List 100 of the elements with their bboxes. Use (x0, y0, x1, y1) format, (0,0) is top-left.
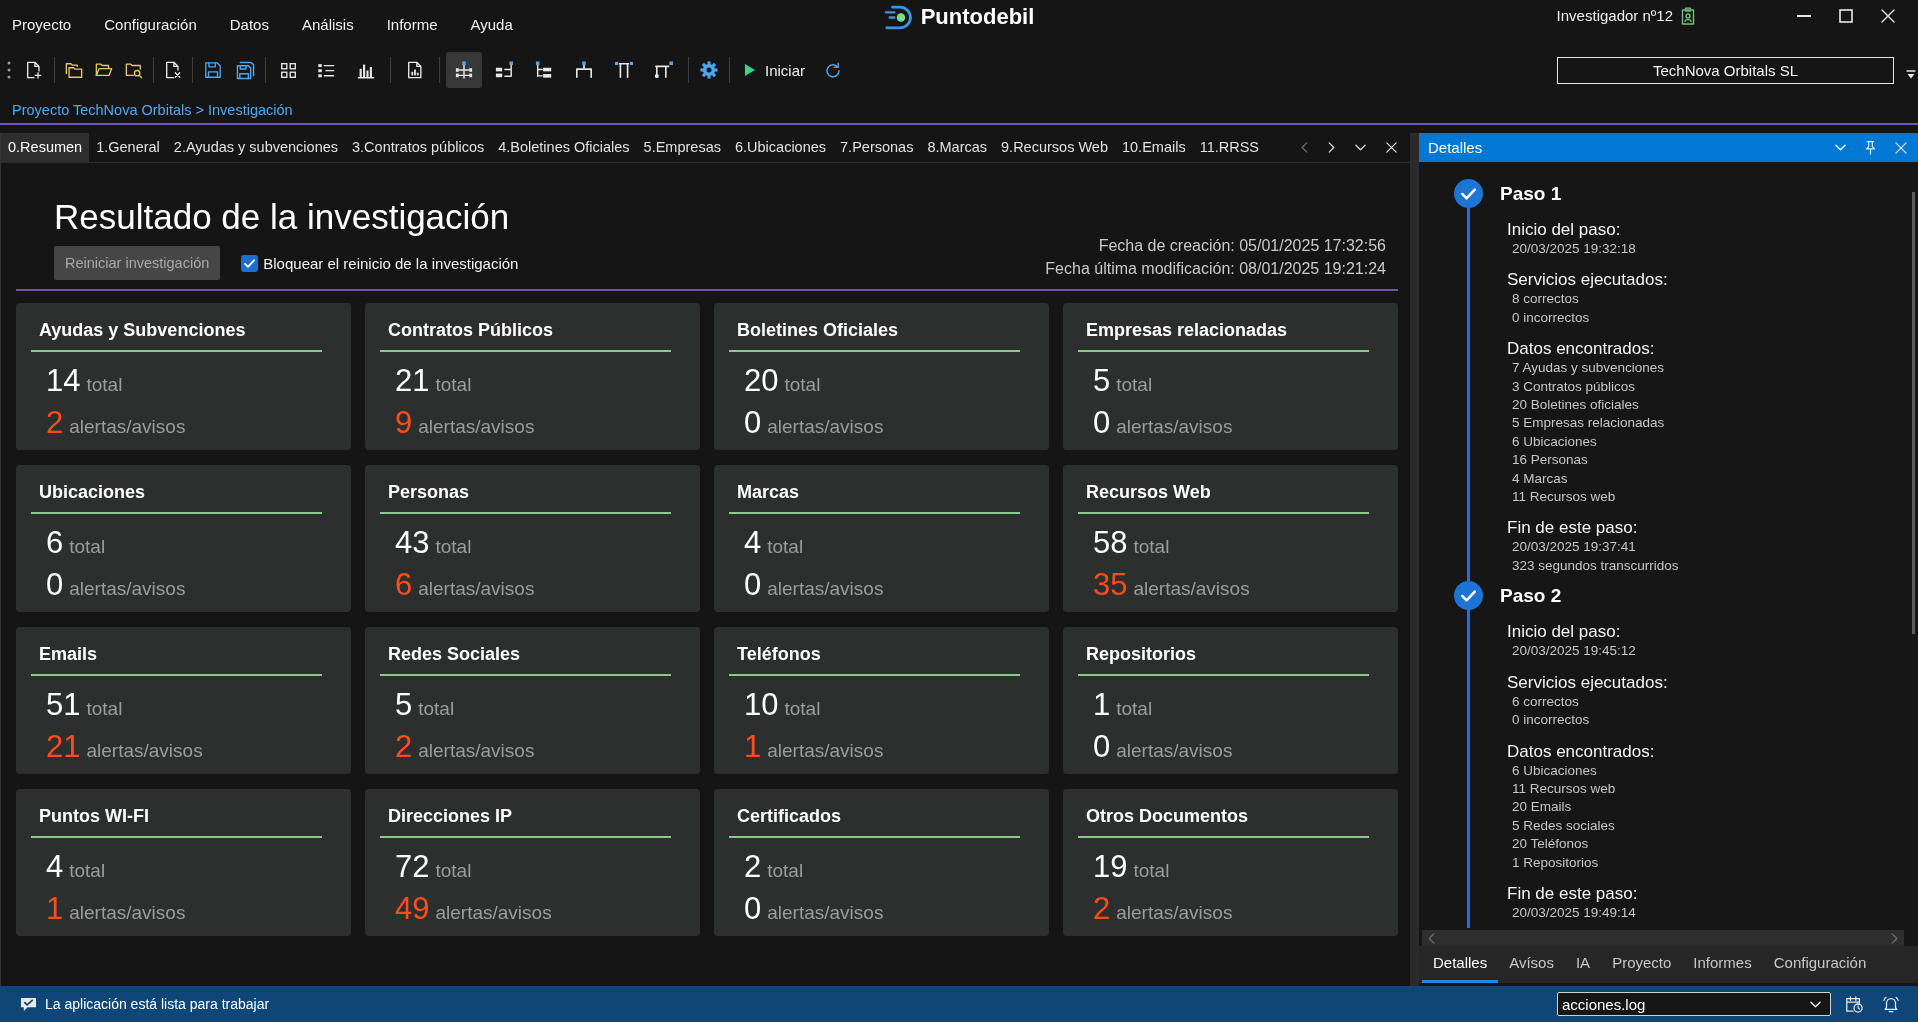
chevron-down-icon[interactable] (1355, 144, 1366, 151)
close-icon[interactable] (1386, 142, 1397, 153)
list-icon[interactable] (317, 61, 335, 79)
panel-tab[interactable]: Informes (1682, 946, 1763, 983)
total-count: 51 (46, 686, 81, 724)
document-delete-icon[interactable] (164, 61, 182, 79)
panel-tab[interactable]: Configuración (1762, 946, 1878, 983)
folders-icon[interactable] (65, 61, 83, 79)
alert-label: alertas/avisos (418, 415, 535, 439)
menu-item[interactable]: Ayuda (464, 15, 519, 35)
document-tab[interactable]: 7.Personas (833, 133, 921, 162)
bell-icon[interactable] (1882, 995, 1900, 1013)
detail-line: 11 Recursos web (1512, 779, 1616, 798)
document-tab[interactable]: 0.Resumen (1, 133, 90, 162)
card-title: Otros Documentos (1086, 806, 1249, 826)
save-icon[interactable] (204, 61, 222, 79)
folder-search-icon[interactable] (125, 61, 143, 79)
menu-item[interactable]: Configuración (98, 15, 203, 35)
alert-count: 0 (744, 890, 762, 928)
alert-count: 0 (1093, 404, 1111, 442)
new-document-icon[interactable] (25, 61, 43, 79)
alert-label: alertas/avisos (1133, 577, 1250, 601)
total-count: 21 (395, 362, 430, 400)
card-title: Contratos Públicos (388, 320, 553, 340)
alert-count: 35 (1093, 566, 1128, 604)
chevron-left-icon (1428, 932, 1435, 944)
detail-line: 5 Empresas relacionadas (1512, 414, 1665, 433)
caret-icon[interactable] (1906, 69, 1916, 79)
breadcrumb[interactable]: Proyecto TechNova Orbitals > Investigación (12, 98, 293, 121)
grid-icon[interactable] (279, 61, 297, 79)
total-count: 19 (1093, 848, 1128, 886)
document-tab[interactable]: 1.General (89, 133, 167, 162)
alert-label: alertas/avisos (435, 901, 552, 925)
total-count: 58 (1093, 524, 1128, 562)
panel-tab[interactable]: Proyecto (1601, 946, 1683, 983)
document-tab[interactable]: 5.Empresas (636, 133, 728, 162)
status-message: La aplicación está lista para trabajar (45, 996, 270, 1012)
card-title: Marcas (737, 482, 800, 502)
org-chart-icon (574, 61, 594, 79)
total-count: 4 (744, 524, 762, 562)
maximize-icon[interactable] (1839, 9, 1853, 23)
pin-icon[interactable] (1865, 140, 1876, 155)
settings-icon[interactable] (700, 61, 718, 79)
card-title: Redes Sociales (388, 644, 521, 664)
alert-count: 0 (1093, 728, 1111, 766)
detail-line: 20/03/2025 19:32:18 (1512, 240, 1636, 258)
document-tab[interactable]: 6.Ubicaciones (727, 133, 834, 162)
panel-tab[interactable]: IA (1564, 946, 1602, 983)
chevron-right-icon[interactable] (1328, 142, 1335, 153)
document-tab[interactable]: 2.Ayudas y subvenciones (166, 133, 346, 162)
panel-tab[interactable]: Detalles (1422, 946, 1499, 983)
alert-count: 1 (744, 728, 762, 766)
detail-line: 20/03/2025 19:49:14 (1512, 903, 1636, 922)
total-count: 2 (744, 848, 762, 886)
menu-item[interactable]: Datos (223, 15, 275, 35)
alert-count: 0 (744, 404, 762, 442)
card-title: Ayudas y Subvenciones (39, 320, 246, 340)
total-count: 72 (395, 848, 430, 886)
document-tab[interactable]: 4.Boletines Oficiales (491, 133, 637, 162)
total-label: total (86, 697, 123, 721)
chevron-left-icon[interactable] (1301, 142, 1308, 153)
creation-date: Fecha de creación: 05/01/2025 17:32:56 (1098, 236, 1386, 256)
open-folder-icon[interactable] (95, 61, 113, 79)
alert-count: 2 (1093, 890, 1111, 928)
document-tab[interactable]: 10.Emails (1114, 133, 1193, 162)
scrollbar-thumb[interactable] (1912, 192, 1915, 634)
menu-item[interactable]: Proyecto (6, 15, 78, 35)
document-tab[interactable]: 3.Contratos públicos (345, 133, 492, 162)
detail-line: 1 Repositorios (1512, 853, 1599, 872)
total-label: total (69, 859, 106, 883)
total-label: total (767, 859, 804, 883)
total-count: 14 (46, 362, 81, 400)
section-heading: Datos encontrados: (1507, 338, 1655, 360)
save-all-icon[interactable] (235, 60, 255, 80)
card-title: Repositorios (1086, 644, 1196, 664)
layout-button[interactable] (446, 52, 482, 88)
report-document-icon[interactable] (406, 61, 424, 79)
calendar-clock-icon[interactable] (1845, 995, 1863, 1013)
company-field[interactable]: TechNova Orbitals SL (1557, 56, 1894, 84)
chevron-right-icon (1891, 932, 1898, 944)
modified-date: Fecha última modificación: 08/01/2025 19:21:24 (1045, 259, 1386, 279)
document-tab[interactable]: 11.RRSS (1192, 133, 1266, 162)
horizontal-scrollbar[interactable] (1422, 930, 1904, 946)
checkbox[interactable] (241, 254, 259, 272)
menu-item[interactable]: Análisis (295, 15, 360, 35)
detail-line: 6 correctos (1512, 692, 1579, 711)
alert-label: alertas/avisos (418, 577, 535, 601)
detail-line: 6 Ubicaciones (1512, 761, 1597, 780)
refresh-icon[interactable] (825, 62, 841, 78)
detail-line: 323 segundos transcurridos (1512, 556, 1679, 575)
start-button[interactable]: Iniciar (734, 54, 815, 86)
document-tab[interactable]: 8.Marcas (920, 133, 995, 162)
menu-item[interactable]: Informe (380, 15, 444, 35)
alert-label: alertas/avisos (1116, 739, 1233, 763)
close-icon[interactable] (1881, 9, 1895, 23)
total-count: 5 (395, 686, 413, 724)
document-tab[interactable]: 9.Recursos Web (994, 133, 1115, 162)
message-check-icon (20, 996, 37, 1012)
panel-tab[interactable]: Avísos (1498, 946, 1565, 983)
log-dropdown[interactable]: acciones.log (1557, 992, 1831, 1016)
